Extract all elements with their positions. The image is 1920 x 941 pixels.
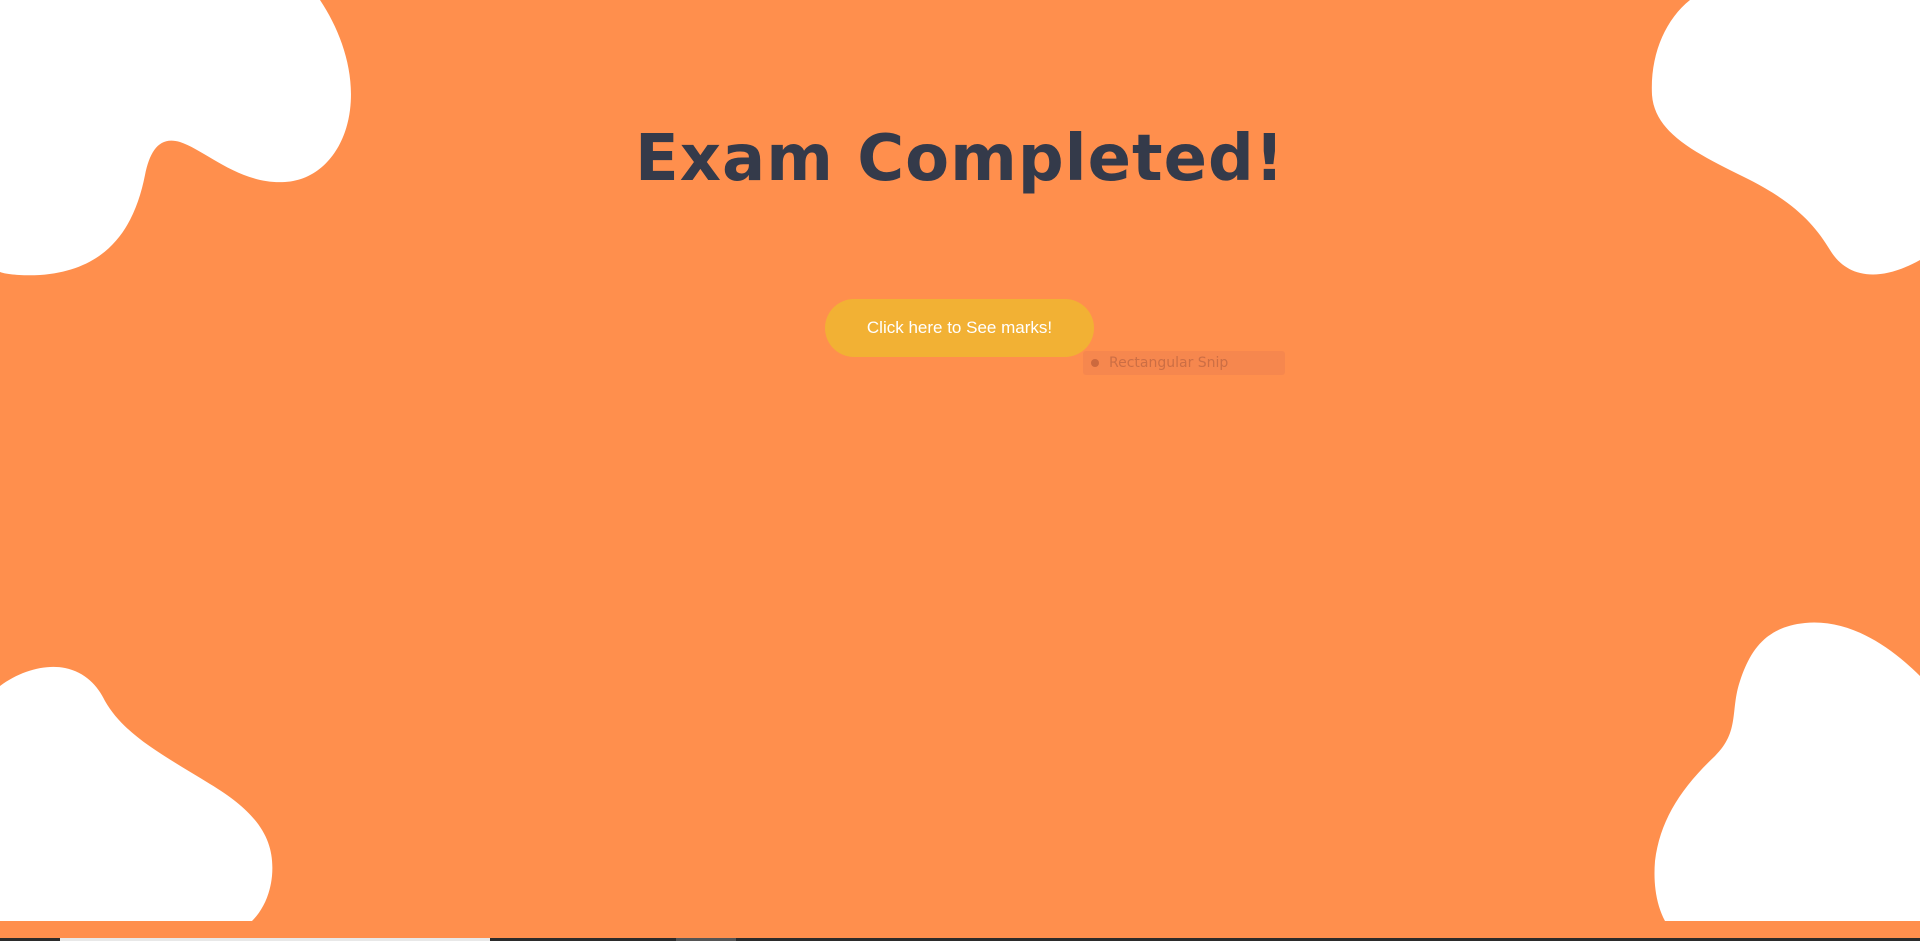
exam-completed-page: Exam Completed! Click here to See marks!… [0,0,1920,941]
see-marks-button[interactable]: Click here to See marks! [825,299,1094,357]
rectangular-snip-overlay: Rectangular Snip [1083,351,1285,375]
snip-label: Rectangular Snip [1109,355,1229,371]
snip-dot-icon [1091,359,1099,367]
page-title: Exam Completed! [635,122,1285,196]
bottom-right-blob [1654,622,1920,921]
bottom-left-blob [0,666,273,921]
